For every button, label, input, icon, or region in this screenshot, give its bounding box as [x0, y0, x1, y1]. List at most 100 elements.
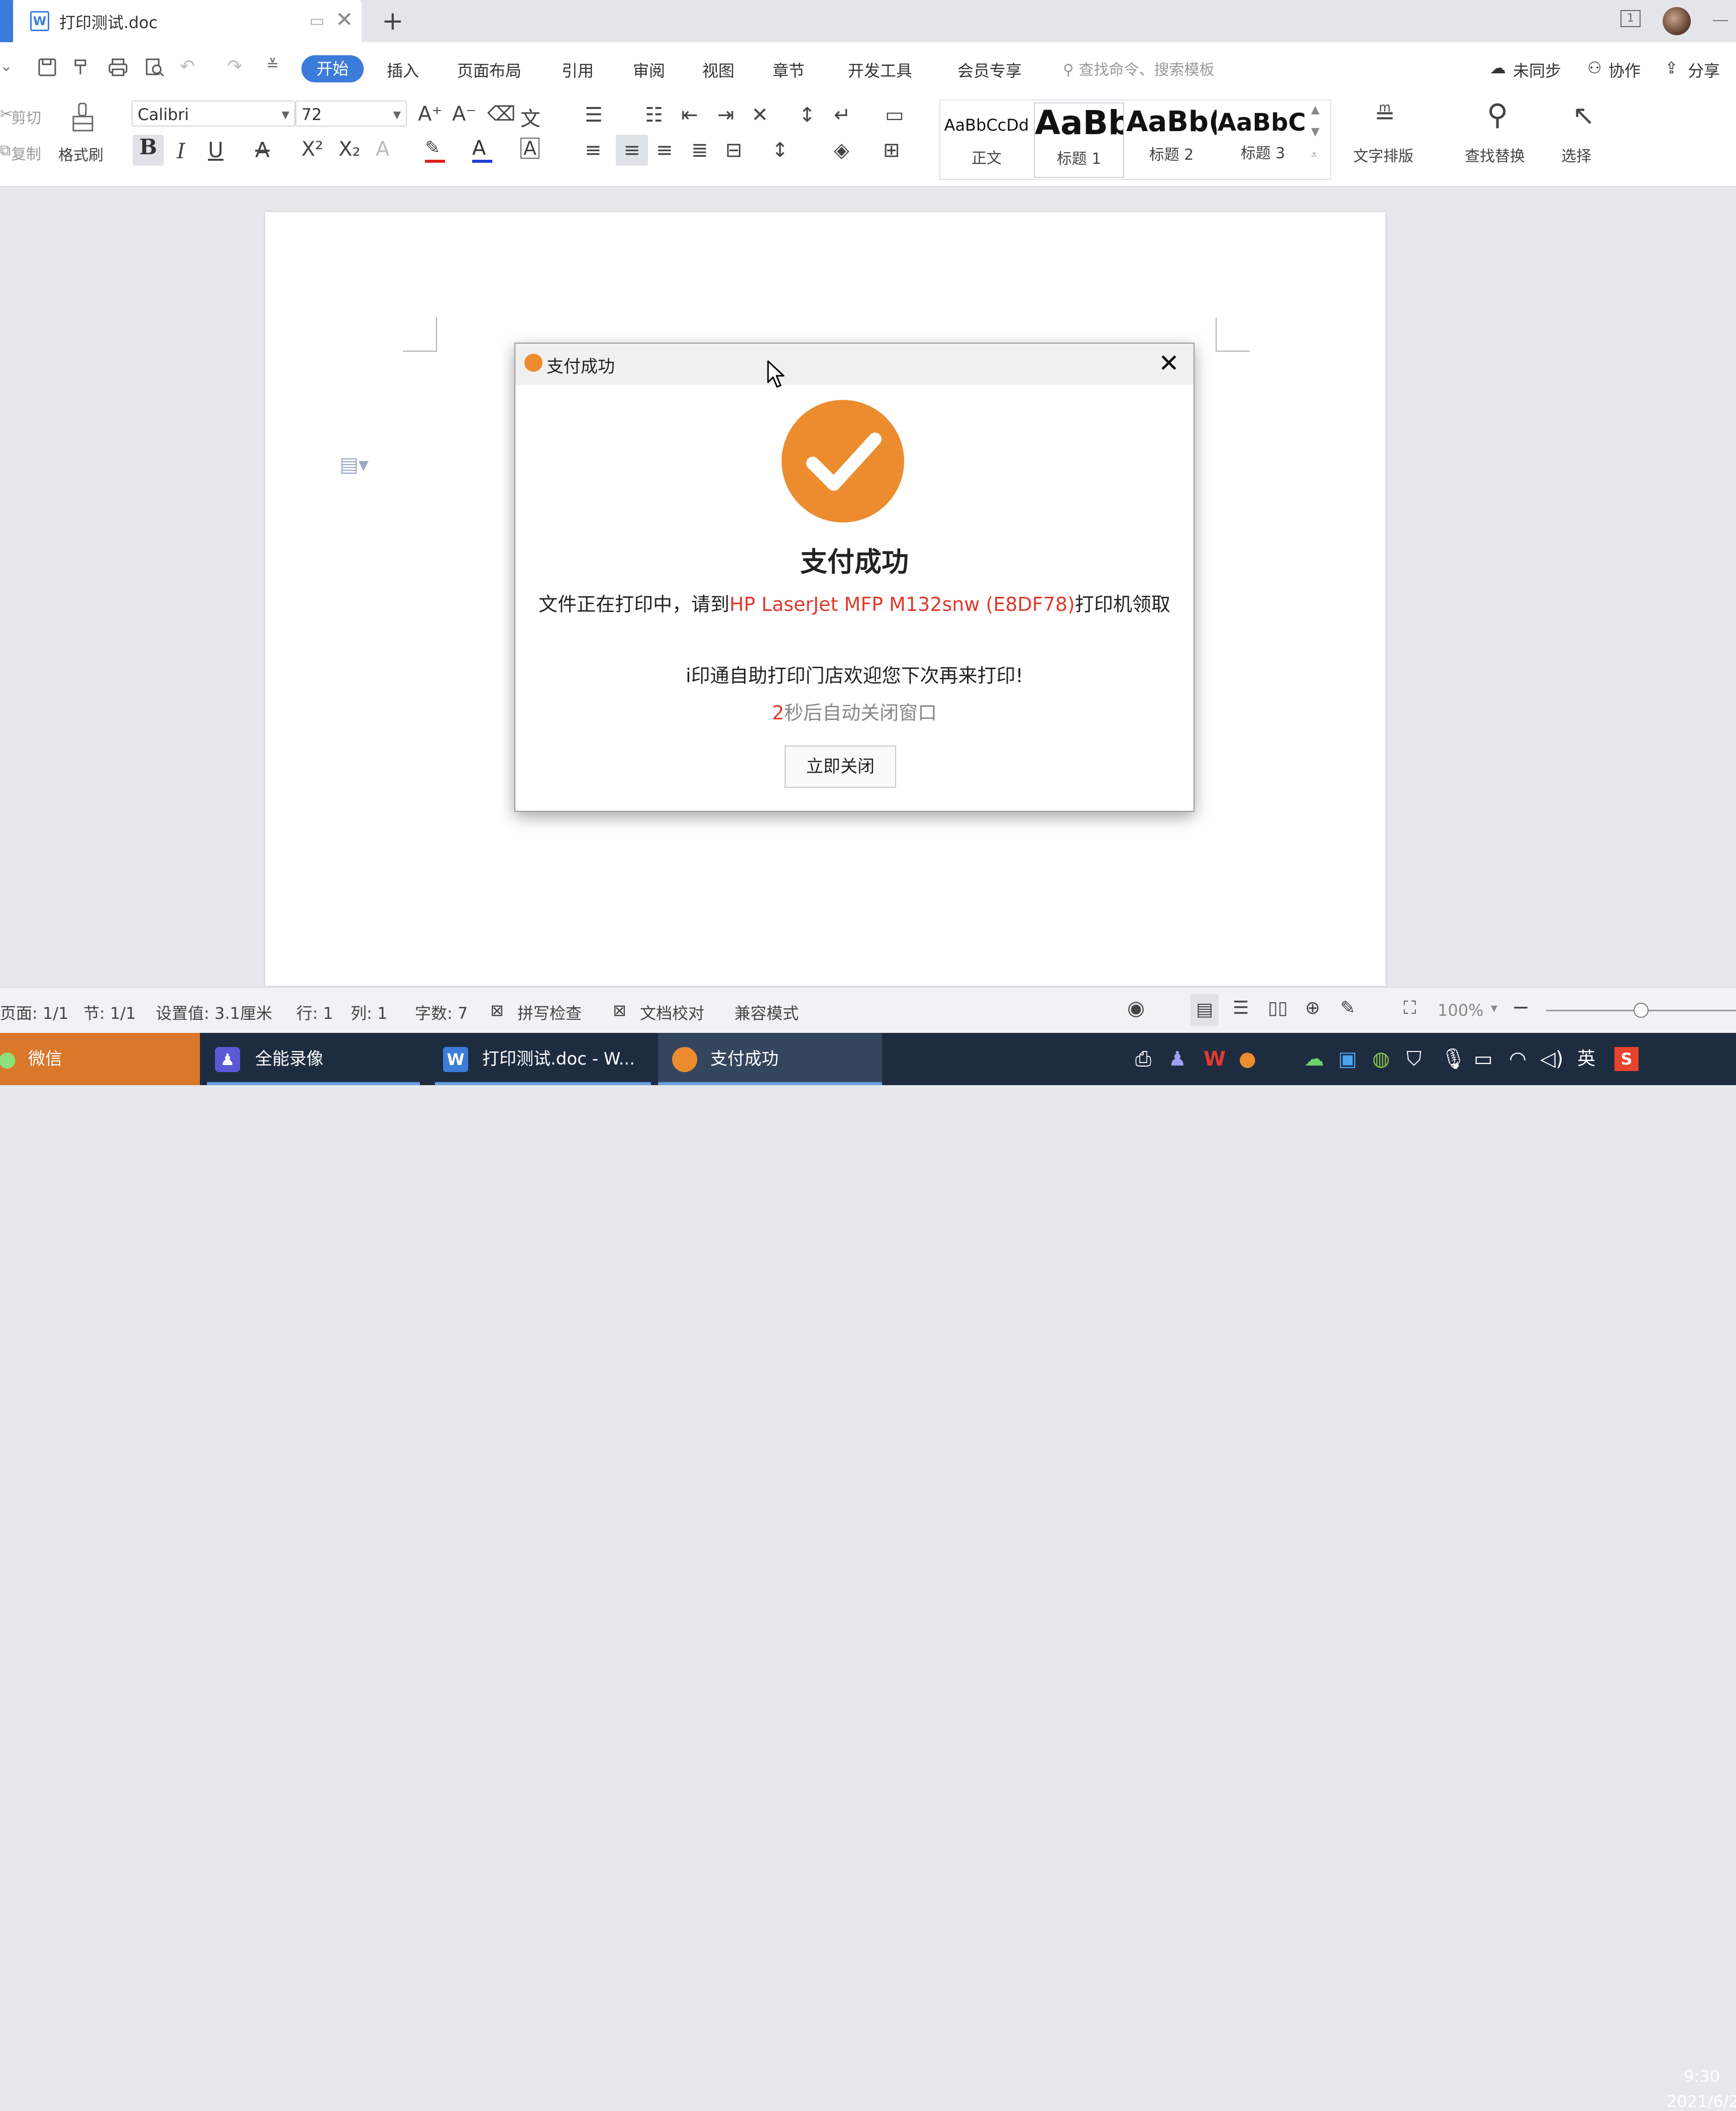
increase-indent-icon[interactable]: ⇥	[717, 103, 734, 127]
fit-page-icon[interactable]: ⛶	[1403, 998, 1416, 1019]
taskbar-wps-writer[interactable]: W 打印测试.doc - W...	[435, 1033, 651, 1085]
align-right-icon[interactable]: ≡	[656, 139, 673, 162]
decrease-indent-icon[interactable]: ⇤	[681, 103, 698, 127]
style-heading-1[interactable]: AaBb 标题 1	[1034, 102, 1124, 178]
sort-icon[interactable]: ↕	[799, 103, 816, 127]
clock-time[interactable]: 9:30	[1684, 2067, 1720, 2086]
text-layout-button[interactable]: 文字排版	[1353, 144, 1414, 166]
bold-button[interactable]: B	[133, 135, 164, 166]
status-word-count[interactable]: 字数: 7	[415, 1001, 468, 1024]
recorder-tray-icon[interactable]: ♟	[1168, 1033, 1186, 1085]
status-setting[interactable]: 设置值: 3.1厘米	[156, 1001, 272, 1024]
font-size-select[interactable]: 72 ▼	[295, 100, 407, 127]
italic-button[interactable]: I	[177, 139, 185, 163]
chevron-down-icon[interactable]: ⌄	[0, 57, 13, 75]
taskbar-wechat[interactable]: ● 微信	[0, 1033, 200, 1085]
wifi-icon[interactable]: ◠	[1509, 1033, 1527, 1085]
dialog-close-icon[interactable]: ✕	[1158, 349, 1179, 378]
security-tray-icon[interactable]: ⛉	[1406, 1033, 1422, 1085]
tab-insert[interactable]: 插入	[387, 58, 419, 81]
align-center-button[interactable]: ≡	[616, 135, 648, 166]
clock-date[interactable]: 2021/6/2	[1667, 2092, 1736, 2111]
status-page[interactable]: 页面: 1/1	[0, 1001, 68, 1024]
outline-view-icon[interactable]: ☰	[1233, 998, 1249, 1018]
font-name-select[interactable]: Calibri ▼	[132, 100, 295, 127]
borders-icon[interactable]: ⊞	[883, 139, 900, 162]
grow-font-icon[interactable]: A⁺	[418, 102, 442, 126]
justify-icon[interactable]: ≣	[691, 139, 708, 162]
page-view-button[interactable]: ▤	[1190, 994, 1219, 1026]
pin-icon[interactable]: ▭	[309, 11, 324, 30]
collaborate-button[interactable]: 协作	[1608, 58, 1641, 81]
subscript-button[interactable]: X₂	[339, 138, 360, 161]
tab-home[interactable]: 开始	[301, 55, 364, 82]
taskbar-payment[interactable]: 支付成功	[658, 1033, 882, 1085]
cloud-sync-icon[interactable]: ☁	[1490, 58, 1506, 77]
window-count-icon[interactable]: 1	[1620, 10, 1641, 27]
tab-chapter[interactable]: 章节	[773, 58, 805, 81]
numbered-list-icon[interactable]: ☷	[645, 103, 663, 127]
spell-check-button[interactable]: 拼写检查	[517, 1001, 582, 1024]
web-view-icon[interactable]: ⊕	[1305, 998, 1320, 1018]
align-left-icon[interactable]: ≡	[585, 139, 602, 162]
zoom-slider-thumb[interactable]	[1634, 1003, 1649, 1018]
taskbar-recorder[interactable]: ♟ 全能录像	[207, 1033, 420, 1085]
eye-protection-icon[interactable]: ◉	[1127, 997, 1145, 1020]
new-tab-button[interactable]: +	[382, 6, 404, 36]
shading-icon[interactable]: ◈	[834, 139, 849, 162]
microphone-icon[interactable]: 🎙	[1441, 1033, 1466, 1085]
ruler-icon[interactable]: ▭	[885, 103, 904, 127]
superscript-button[interactable]: X²	[301, 138, 323, 161]
minimize-icon[interactable]	[1713, 20, 1728, 21]
format-painter-icon[interactable]	[70, 101, 95, 134]
highlight-button[interactable]: ✎	[425, 138, 445, 163]
tab-close-icon[interactable]: ✕	[336, 7, 353, 32]
char-border-button[interactable]: A	[520, 138, 539, 159]
print-icon[interactable]	[107, 57, 129, 77]
text-layout-icon[interactable]: ≞	[1374, 100, 1395, 130]
phonetic-guide-icon[interactable]: 文	[520, 102, 540, 132]
status-section[interactable]: 节: 1/1	[83, 1001, 136, 1024]
tab-references[interactable]: 引用	[562, 58, 594, 81]
ime-indicator[interactable]: 英	[1577, 1033, 1595, 1085]
gallery-expand-icon[interactable]: ⩡	[1311, 149, 1317, 161]
copy-icon[interactable]: ⧉	[0, 142, 11, 159]
volume-icon[interactable]: ◁)	[1540, 1033, 1563, 1085]
document-tab[interactable]: W 打印测试.doc ▭ ✕	[13, 0, 362, 42]
select-cursor-icon[interactable]: ↖	[1572, 99, 1595, 131]
style-heading-3[interactable]: AaBbC( 标题 3	[1218, 102, 1308, 178]
chinese-layout-icon[interactable]: ✕	[751, 103, 769, 127]
paragraph-layout-icon[interactable]: ▤▾	[340, 453, 369, 476]
zoom-out-button[interactable]: −	[1512, 995, 1530, 1019]
copy-button[interactable]: 复制	[11, 142, 41, 164]
redo-icon[interactable]: ↷	[227, 56, 242, 77]
payment-tray-icon[interactable]: ●	[1239, 1033, 1256, 1085]
close-now-button[interactable]: 立即关闭	[785, 746, 896, 788]
app-menu-strip[interactable]	[0, 0, 13, 42]
shrink-font-icon[interactable]: A⁻	[452, 102, 476, 126]
clear-format-icon[interactable]: ⌫	[487, 102, 516, 126]
gallery-scroll-down-icon[interactable]: ▼	[1311, 126, 1320, 138]
battery-icon[interactable]: ▭	[1474, 1033, 1493, 1085]
customize-toolbar-icon[interactable]: ≚	[266, 56, 279, 74]
sync-status[interactable]: 未同步	[1513, 58, 1561, 81]
share-button[interactable]: 分享	[1688, 58, 1720, 81]
underline-button[interactable]: U	[208, 138, 224, 162]
distributed-align-icon[interactable]: ⊟	[725, 139, 742, 162]
sogou-ime-icon[interactable]: S	[1614, 1047, 1639, 1071]
command-search[interactable]: ⚲ 查找命令、搜索模板	[1063, 57, 1215, 79]
style-normal[interactable]: AaBbCcDd 正文	[941, 102, 1032, 178]
dialog-titlebar[interactable]: 支付成功 ✕	[515, 344, 1194, 385]
show-marks-icon[interactable]: ↵	[834, 103, 851, 127]
strikethrough-button[interactable]: A	[255, 138, 270, 162]
tab-member[interactable]: 会员专享	[957, 58, 1022, 81]
style-heading-2[interactable]: AaBb( 标题 2	[1126, 102, 1217, 178]
gallery-scroll-up-icon[interactable]: ▲	[1311, 103, 1320, 116]
write-view-icon[interactable]: ✎	[1340, 998, 1355, 1018]
text-effect-button[interactable]: A	[376, 138, 389, 161]
font-color-button[interactable]: A	[472, 137, 492, 163]
status-row[interactable]: 行: 1	[296, 1001, 333, 1024]
tab-developer[interactable]: 开发工具	[848, 58, 912, 81]
select-button[interactable]: 选择	[1561, 144, 1591, 166]
wps-tray-icon[interactable]: W	[1204, 1033, 1226, 1085]
